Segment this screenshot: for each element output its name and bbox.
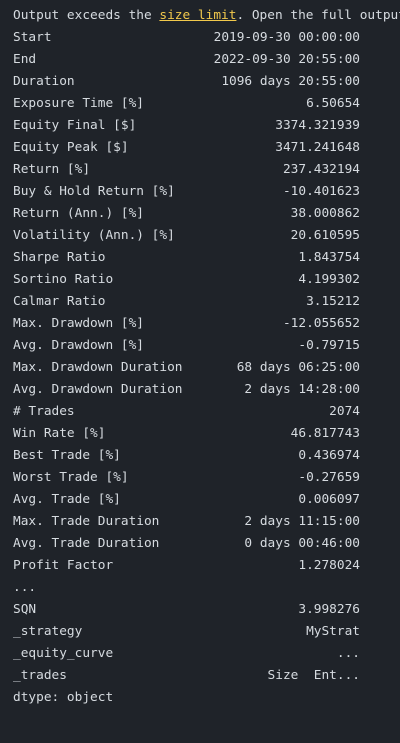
stat-key: Win Rate [%] bbox=[13, 426, 106, 441]
stat-key: Profit Factor bbox=[13, 558, 114, 573]
stat-row: Max. Drawdown Duration 68 days 06:25:00 bbox=[13, 357, 400, 379]
stat-value: 3374.321939 bbox=[275, 118, 360, 133]
stat-value: 46.817743 bbox=[290, 426, 360, 441]
stat-value: 4.199302 bbox=[298, 272, 360, 287]
stat-value: 3.15212 bbox=[306, 294, 360, 309]
stat-value: 3471.241648 bbox=[275, 140, 360, 155]
stat-row: Sortino Ratio 4.199302 bbox=[13, 269, 400, 291]
stat-row: Equity Peak [$] 3471.241648 bbox=[13, 137, 400, 159]
stat-row: Return (Ann.) [%] 38.000862 bbox=[13, 203, 400, 225]
stat-value: 2 days 11:15:00 bbox=[244, 514, 360, 529]
stat-key: Buy & Hold Return [%] bbox=[13, 184, 175, 199]
stat-value: -0.79715 bbox=[298, 338, 360, 353]
stat-key: End bbox=[13, 52, 37, 67]
stat-key: Avg. Trade Duration bbox=[13, 536, 160, 551]
stat-value: 2 days 14:28:00 bbox=[244, 382, 360, 397]
stat-key: Max. Trade Duration bbox=[13, 514, 160, 529]
dtype-line: dtype: object bbox=[13, 690, 114, 705]
stat-row: Buy & Hold Return [%] -10.401623 bbox=[13, 181, 400, 203]
stat-key: Exposure Time [%] bbox=[13, 96, 144, 111]
stat-key: SQN bbox=[13, 602, 37, 617]
size-limit-link[interactable]: size limit bbox=[159, 8, 236, 23]
stat-row: Max. Drawdown [%] -12.055652 bbox=[13, 313, 400, 335]
stat-row: End 2022-09-30 20:55:00 bbox=[13, 49, 400, 71]
stat-value: Size Ent... bbox=[267, 668, 360, 683]
stat-value: -12.055652 bbox=[282, 316, 360, 331]
stat-row: _equity_curve... bbox=[13, 643, 400, 665]
stat-value: 0.006097 bbox=[298, 492, 360, 507]
stat-key: Calmar Ratio bbox=[13, 294, 106, 309]
stat-key: Sharpe Ratio bbox=[13, 250, 106, 265]
stat-row: Avg. Trade [%] 0.006097 bbox=[13, 489, 400, 511]
stat-value: 2074 bbox=[329, 404, 360, 419]
stat-key: Avg. Trade [%] bbox=[13, 492, 121, 507]
stat-row: Win Rate [%] 46.817743 bbox=[13, 423, 400, 445]
stat-key: Worst Trade [%] bbox=[13, 470, 129, 485]
stat-value: 68 days 06:25:00 bbox=[236, 360, 360, 375]
stat-row: Max. Trade Duration 2 days 11:15:00 bbox=[13, 511, 400, 533]
stat-row: Sharpe Ratio 1.843754 bbox=[13, 247, 400, 269]
notice-suffix: . Open the full output data in a text ed… bbox=[236, 8, 400, 23]
stat-key: Equity Peak [$] bbox=[13, 140, 129, 155]
output-size-notice: Output exceeds the size limit. Open the … bbox=[13, 5, 400, 27]
stat-value: 1.278024 bbox=[298, 558, 360, 573]
stat-key: _trades bbox=[13, 668, 67, 683]
stat-row: Avg. Trade Duration 0 days 00:46:00 bbox=[13, 533, 400, 555]
stat-row: _strategy MyStrat bbox=[13, 621, 400, 643]
tail-stats-table: SQN 3.998276 _strategy MyStrat _equity_curve… bbox=[13, 599, 400, 687]
stat-row: Best Trade [%] 0.436974 bbox=[13, 445, 400, 467]
stat-row: Avg. Drawdown Duration 2 days 14:28:00 bbox=[13, 379, 400, 401]
stat-key: Best Trade [%] bbox=[13, 448, 121, 463]
stat-key: Start bbox=[13, 30, 52, 45]
stat-row: Start 2019-09-30 00:00:00 bbox=[13, 27, 400, 49]
stat-row: Avg. Drawdown [%] -0.79715 bbox=[13, 335, 400, 357]
stat-value: 2019-09-30 00:00:00 bbox=[213, 30, 360, 45]
stat-key: # Trades bbox=[13, 404, 75, 419]
stat-value: 20.610595 bbox=[290, 228, 360, 243]
stat-value: 6.50654 bbox=[306, 96, 360, 111]
notice-prefix: Output exceeds the bbox=[13, 8, 160, 23]
stat-value: MyStrat bbox=[306, 624, 360, 639]
stat-value: -10.401623 bbox=[282, 184, 360, 199]
stat-key: Max. Drawdown Duration bbox=[13, 360, 183, 375]
stat-key: Avg. Drawdown Duration bbox=[13, 382, 183, 397]
stat-row: Calmar Ratio 3.15212 bbox=[13, 291, 400, 313]
stat-key: Max. Drawdown [%] bbox=[13, 316, 144, 331]
stat-value: 1.843754 bbox=[298, 250, 360, 265]
stat-row: _trades Size Ent... bbox=[13, 665, 400, 687]
stat-row: Volatility (Ann.) [%] 20.610595 bbox=[13, 225, 400, 247]
stat-key: Volatility (Ann.) [%] bbox=[13, 228, 175, 243]
stat-key: _strategy bbox=[13, 624, 83, 639]
stat-value: ... bbox=[336, 646, 360, 661]
stat-value: 1096 days 20:55:00 bbox=[221, 74, 360, 89]
stat-value: 0.436974 bbox=[298, 448, 360, 463]
stat-key: _equity_curve bbox=[13, 646, 114, 661]
stat-value: 2022-09-30 20:55:00 bbox=[213, 52, 360, 67]
stat-key: Return [%] bbox=[13, 162, 91, 177]
stat-value: 237.432194 bbox=[282, 162, 360, 177]
stat-row: Equity Final [$] 3374.321939 bbox=[13, 115, 400, 137]
stat-value: 3.998276 bbox=[298, 602, 360, 617]
stat-row: # Trades 2074 bbox=[13, 401, 400, 423]
stat-key: Avg. Drawdown [%] bbox=[13, 338, 144, 353]
stat-key: Return (Ann.) [%] bbox=[13, 206, 144, 221]
ellipsis-row: ... bbox=[13, 580, 37, 595]
stat-value: 38.000862 bbox=[290, 206, 360, 221]
stat-value: -0.27659 bbox=[298, 470, 360, 485]
stat-row: Worst Trade [%] -0.27659 bbox=[13, 467, 400, 489]
stat-row: Exposure Time [%] 6.50654 bbox=[13, 93, 400, 115]
stat-key: Sortino Ratio bbox=[13, 272, 114, 287]
stat-row: Profit Factor 1.278024 bbox=[13, 555, 400, 577]
cell-output: Output exceeds the size limit. Open the … bbox=[0, 0, 400, 743]
stat-key: Duration bbox=[13, 74, 75, 89]
stat-row: SQN 3.998276 bbox=[13, 599, 400, 621]
stat-row: Return [%] 237.432194 bbox=[13, 159, 400, 181]
stat-value: 0 days 00:46:00 bbox=[244, 536, 360, 551]
stats-table: Start 2019-09-30 00:00:00 End 2022-09-30 20… bbox=[13, 27, 400, 577]
stat-row: Duration 1096 days 20:55:00 bbox=[13, 71, 400, 93]
stat-key: Equity Final [$] bbox=[13, 118, 137, 133]
